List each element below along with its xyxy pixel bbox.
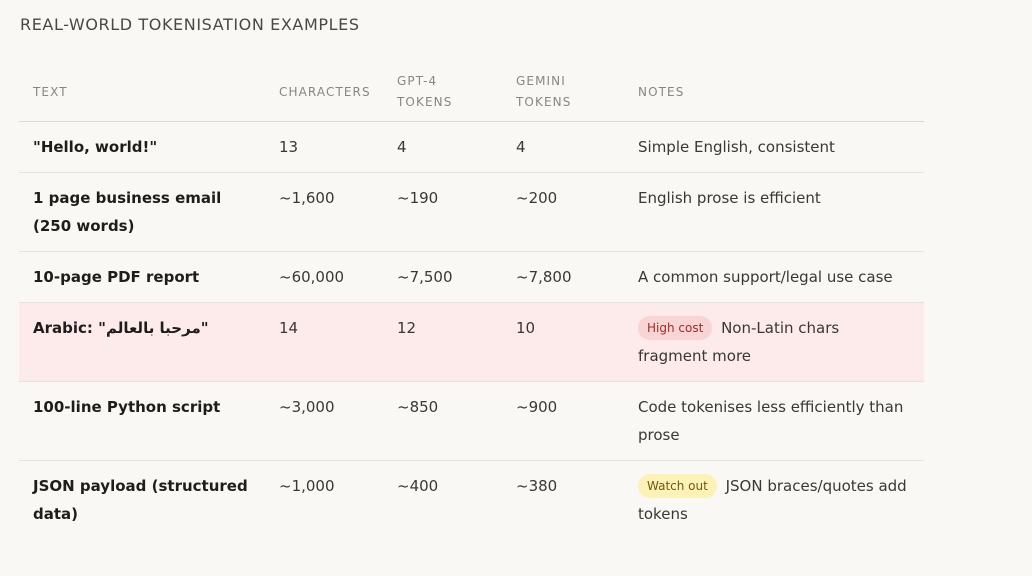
table-row: 1 page business email (250 words) ~1,600…: [19, 172, 924, 252]
note-text: Code tokenises less efficiently than pro…: [638, 398, 904, 444]
note-text: A common support/legal use case: [638, 268, 893, 286]
column-header-text: TEXT: [19, 64, 266, 122]
cell-characters: 13: [266, 121, 384, 173]
cell-gemini-tokens: ~380: [516, 477, 558, 495]
cell-text: "Hello, world!": [19, 121, 266, 173]
cell-text: JSON payload (structured data): [33, 477, 248, 523]
cell-text: 10-page PDF report: [19, 251, 266, 303]
cell-notes: A common support/legal use case: [625, 251, 924, 303]
column-header-characters: CHARACTERS: [266, 64, 384, 122]
cell-characters: ~1,000: [279, 477, 335, 495]
cell-gemini-tokens: ~900: [503, 381, 625, 461]
cell-characters: ~60,000: [266, 251, 384, 303]
table-header-row: TEXT CHARACTERS GPT-4 TOKENS GEMINI TOKENS…: [19, 64, 924, 122]
cell-gpt4-tokens: ~400: [397, 477, 439, 495]
tokenisation-table: TEXT CHARACTERS GPT-4 TOKENS GEMINI TOKENS…: [19, 64, 924, 539]
cell-gpt4-tokens: 4: [384, 121, 503, 173]
cell-gpt4-tokens: ~190: [384, 172, 503, 252]
cell-gemini-tokens: ~7,800: [503, 251, 625, 303]
page: REAL-WORLD TOKENISATION EXAMPLES TEXT CH…: [0, 0, 1032, 576]
column-header-gpt4-tokens: GPT-4 TOKENS: [384, 64, 503, 122]
cell-text: Arabic: "مرحبا بالعالم": [19, 302, 266, 382]
cell-gpt4-tokens: ~7,500: [384, 251, 503, 303]
table-row: JSON payload (structured data) ~1,000 ~4…: [19, 461, 924, 540]
watch-out-badge: Watch out: [638, 474, 717, 498]
cell-gemini-tokens: ~200: [503, 172, 625, 252]
table-row: 100-line Python script ~3,000 ~850 ~900 …: [19, 381, 924, 461]
table-row: 10-page PDF report ~60,000 ~7,500 ~7,800…: [19, 251, 924, 303]
cell-characters: 14: [266, 302, 384, 382]
cell-notes: Simple English, consistent: [625, 121, 924, 173]
cell-gpt4-tokens: ~850: [384, 381, 503, 461]
cell-text: 100-line Python script: [19, 381, 266, 461]
note-text: English prose is efficient: [638, 189, 821, 207]
table-row-highlighted: Arabic: "مرحبا بالعالم" 14 12 10 High co…: [19, 302, 924, 382]
cell-characters: ~1,600: [266, 172, 384, 252]
cell-notes: High cost Non-Latin chars fragment more: [625, 302, 924, 382]
column-header-notes: NOTES: [625, 64, 924, 122]
cell-gemini-tokens: 10: [503, 302, 625, 382]
column-header-gemini-tokens: GEMINI TOKENS: [503, 64, 625, 122]
cell-text: 1 page business email (250 words): [19, 172, 266, 252]
cell-gemini-tokens: 4: [503, 121, 625, 173]
cell-notes: Code tokenises less efficiently than pro…: [625, 381, 924, 461]
cell-notes: Watch out JSON braces/quotes add tokens: [625, 461, 924, 540]
cell-characters: ~3,000: [266, 381, 384, 461]
table-row: "Hello, world!" 13 4 4 Simple English, c…: [19, 121, 924, 173]
note-text: Simple English, consistent: [638, 138, 835, 156]
section-title: REAL-WORLD TOKENISATION EXAMPLES: [20, 15, 360, 34]
cell-notes: English prose is efficient: [625, 172, 924, 252]
cell-gpt4-tokens: 12: [384, 302, 503, 382]
high-cost-badge: High cost: [638, 316, 713, 340]
